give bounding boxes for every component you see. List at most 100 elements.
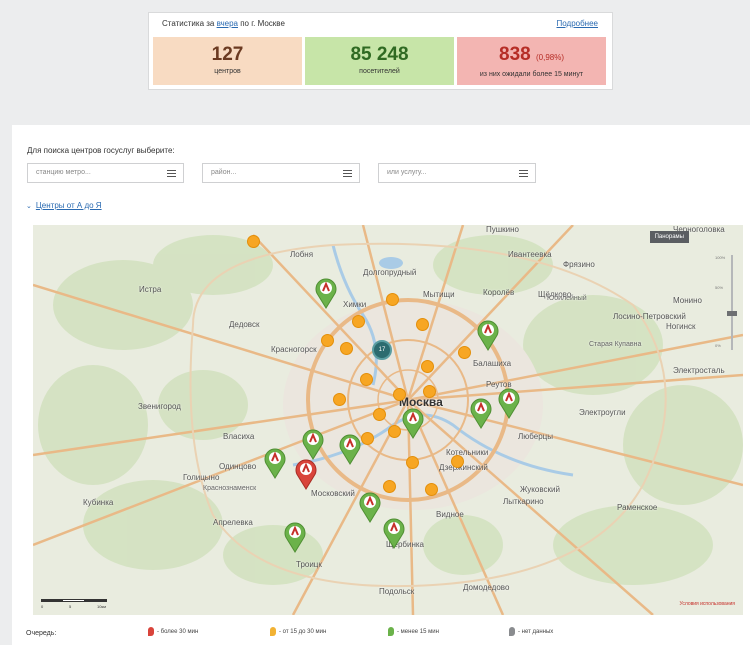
centers-az-link[interactable]: ⌄ Центры от А до Я: [26, 201, 102, 210]
yesterday-link[interactable]: вчера: [217, 19, 238, 28]
center-marker-orange[interactable]: [352, 315, 365, 328]
waited-count-row: 838 (0,98%): [457, 44, 606, 69]
center-marker-orange[interactable]: [393, 388, 406, 401]
center-marker-green[interactable]: [315, 277, 337, 309]
place-label: Звенигород: [138, 402, 181, 411]
place-label: Дзержинский: [439, 463, 488, 472]
legend-item-red: - более 30 мин: [148, 627, 198, 636]
red-pin-icon: [148, 627, 154, 636]
place-label: Жуковский: [520, 485, 560, 494]
center-marker-orange[interactable]: [340, 342, 353, 355]
place-label: Лыткарино: [503, 497, 544, 506]
stats-heading-prefix: Статистика за: [162, 19, 217, 28]
legend-label: - нет данных: [518, 629, 554, 636]
place-label: Электросталь: [673, 366, 725, 375]
center-marker-orange[interactable]: [373, 408, 386, 421]
centers-card: 127 центров: [153, 37, 302, 85]
center-marker-green[interactable]: [302, 428, 324, 460]
zoom-slider[interactable]: 100% 50% 0%: [715, 255, 741, 350]
center-marker-orange[interactable]: [406, 456, 419, 469]
legend-label: - менее 15 мин: [397, 629, 439, 636]
center-marker-orange[interactable]: [458, 346, 471, 359]
map-base: [33, 225, 743, 615]
center-marker-orange[interactable]: [333, 393, 346, 406]
place-label: Пушкино: [486, 225, 520, 234]
center-marker-orange[interactable]: [386, 293, 399, 306]
scale-label: 0: [41, 604, 44, 609]
legend-item-gray: - нет данных: [509, 627, 553, 636]
stats-heading: Статистика за вчера по г. Москве: [162, 19, 285, 28]
terms-link[interactable]: Условия использования: [680, 601, 736, 607]
place-label: Апрелевка: [213, 518, 253, 527]
center-marker-red[interactable]: [295, 458, 317, 490]
menu-icon: [343, 170, 352, 177]
waited-label: из них ожидали более 15 минут: [479, 71, 584, 78]
district-placeholder: район...: [211, 169, 237, 176]
place-label: Истра: [139, 285, 162, 294]
green-pin-icon: [388, 627, 394, 636]
visitors-label: посетителей: [359, 68, 400, 75]
service-select[interactable]: или услугу...: [378, 163, 536, 183]
waited-card: 838 (0,98%) из них ожидали более 15 мину…: [457, 37, 606, 85]
place-label: Ивантеевка: [508, 250, 552, 259]
visitors-card: 85 248 посетителей: [305, 37, 454, 85]
center-marker-orange[interactable]: [451, 455, 464, 468]
center-marker-orange[interactable]: [247, 235, 260, 248]
place-label: Власиха: [223, 432, 255, 441]
metro-placeholder: станцию метро...: [36, 169, 91, 176]
waited-count: 838: [499, 44, 531, 65]
center-marker-green[interactable]: [284, 521, 306, 553]
centers-label: центров: [214, 68, 241, 75]
map[interactable]: Москва Химки Долгопрудный Мытищи Королёв…: [33, 225, 743, 615]
gray-pin-icon: [509, 627, 515, 636]
zoom-handle[interactable]: [727, 311, 737, 316]
panorama-button[interactable]: Панорамы: [649, 231, 689, 243]
place-label: Люберцы: [518, 432, 553, 441]
place-label: Раменское: [617, 503, 658, 512]
center-marker-green[interactable]: [470, 397, 492, 429]
place-label: Голицыно: [183, 473, 220, 482]
center-marker-green[interactable]: [359, 491, 381, 523]
waited-percent: (0,98%): [535, 53, 564, 62]
center-marker-green[interactable]: [383, 517, 405, 549]
orange-pin-icon: [270, 627, 276, 636]
place-label: Долгопрудный: [363, 268, 417, 277]
district-select[interactable]: район...: [202, 163, 360, 183]
zoom-tick: 50%: [715, 285, 724, 290]
place-label: Домодедово: [463, 583, 510, 592]
place-label: Одинцово: [219, 462, 257, 471]
main-panel: Для поиска центров госуслуг выберите: ст…: [12, 125, 750, 645]
center-marker-orange[interactable]: [416, 318, 429, 331]
place-label: Монино: [673, 296, 702, 305]
center-marker-orange[interactable]: [321, 334, 334, 347]
place-label: Балашиха: [473, 359, 512, 368]
legend-title: Очередь:: [26, 630, 57, 637]
search-prompt: Для поиска центров госуслуг выберите:: [27, 146, 175, 155]
center-marker-orange[interactable]: [361, 432, 374, 445]
center-marker-green[interactable]: [339, 433, 361, 465]
center-marker-green[interactable]: [498, 387, 520, 419]
center-marker-orange[interactable]: [383, 480, 396, 493]
legend-item-green: - менее 15 мин: [388, 627, 439, 636]
place-label: Московский: [311, 489, 355, 498]
zoom-tick: 0%: [715, 343, 721, 348]
center-marker-orange[interactable]: [360, 373, 373, 386]
service-placeholder: или услугу...: [387, 169, 427, 176]
place-label: Подольск: [379, 587, 415, 596]
cluster-marker[interactable]: 17: [372, 340, 392, 360]
stats-heading-suffix: по г. Москве: [237, 19, 285, 28]
center-marker-orange[interactable]: [421, 360, 434, 373]
center-marker-orange[interactable]: [425, 483, 438, 496]
center-marker-orange[interactable]: [423, 385, 436, 398]
more-details-link[interactable]: Подробнее: [557, 19, 599, 28]
center-marker-orange[interactable]: [388, 425, 401, 438]
centers-count: 127: [211, 44, 244, 65]
center-marker-green[interactable]: [477, 319, 499, 351]
place-label: Видное: [436, 510, 464, 519]
center-marker-green[interactable]: [264, 447, 286, 479]
chevron-down-icon: ⌄: [26, 203, 32, 210]
zoom-tick: 100%: [715, 255, 726, 260]
center-marker-green[interactable]: [402, 407, 424, 439]
metro-select[interactable]: станцию метро...: [27, 163, 184, 183]
legend-label: - более 30 мин: [157, 629, 199, 636]
